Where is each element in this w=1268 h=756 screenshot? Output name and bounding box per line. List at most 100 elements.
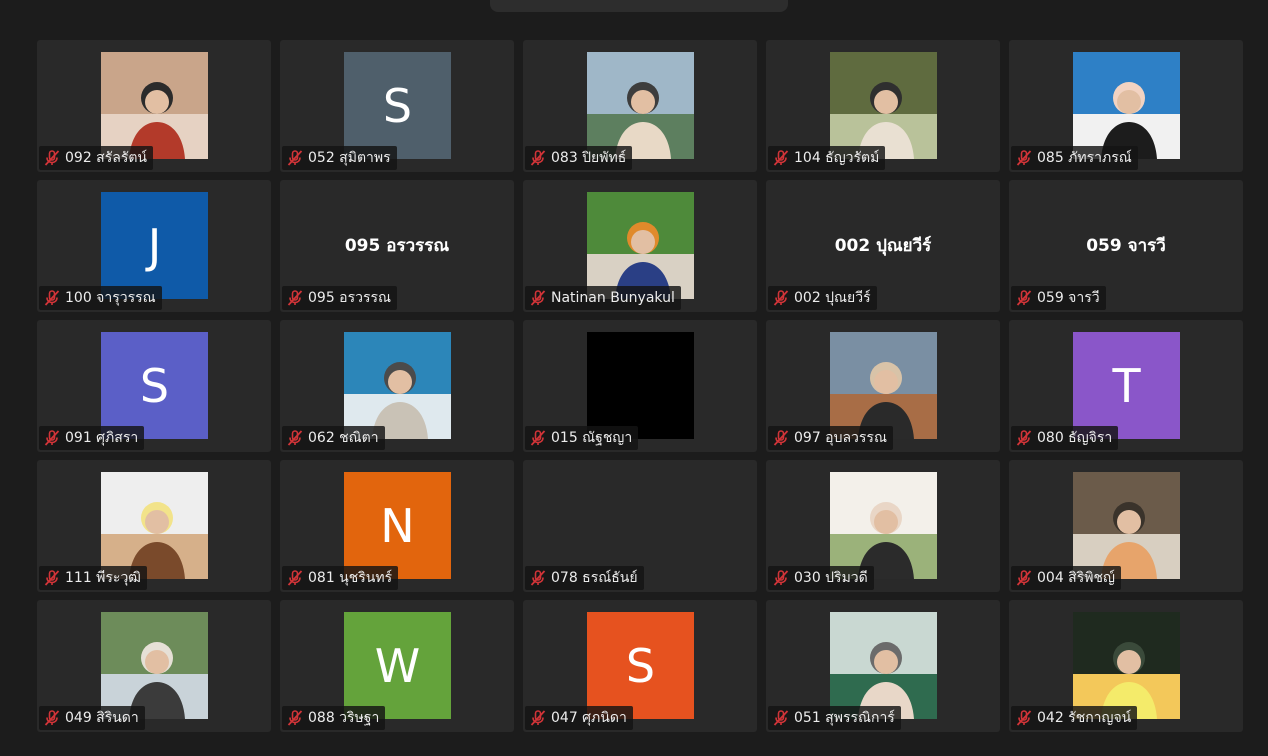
participant-tile[interactable]: S 052 สุมิตาพร: [280, 40, 514, 172]
participant-name: 062 ชณิตา: [308, 430, 379, 446]
participant-photo: [1073, 612, 1180, 719]
participant-name-label: 062 ชณิตา: [282, 426, 385, 450]
participant-name-label: 015 ณัฐชญา: [525, 426, 639, 450]
participant-name-label: 104 ธัญวรัตม์: [768, 146, 886, 170]
avatar-initial: J: [147, 218, 162, 273]
participant-tile[interactable]: 104 ธัญวรัตม์: [766, 40, 1000, 172]
participant-tile[interactable]: S 091 ศุภิสรา: [37, 320, 271, 452]
participant-name: 042 รัชกาญจน์: [1037, 710, 1132, 726]
participant-name: 083 ปิยพัทธ์: [551, 150, 627, 166]
participant-photo: [101, 472, 208, 579]
mic-off-icon: [1016, 430, 1032, 446]
participant-tile[interactable]: N 081 นุชรินทร์: [280, 460, 514, 592]
participant-photo: [101, 52, 208, 159]
participant-avatar: N: [344, 472, 451, 579]
participant-tile[interactable]: 049 สิรินดา: [37, 600, 271, 732]
participant-name: 030 ปริมวดี: [794, 570, 868, 586]
participant-tile[interactable]: 051 สุพรรณิการ์: [766, 600, 1000, 732]
avatar-initial: S: [382, 78, 413, 133]
participant-name-label: 051 สุพรรณิการ์: [768, 706, 901, 730]
participant-tile[interactable]: T 080 ธัญจิรา: [1009, 320, 1243, 452]
mic-off-icon: [287, 290, 303, 306]
participant-name: 004 สิริพิชญ์: [1037, 570, 1115, 586]
avatar-initial: S: [625, 638, 656, 693]
participant-name-label: 091 ศุภิสรา: [39, 426, 145, 450]
participant-name-label: 002 ปุณยวีร์: [768, 286, 877, 310]
mic-off-icon: [773, 150, 789, 166]
participant-avatar: [101, 52, 208, 159]
mic-off-icon: [44, 430, 60, 446]
participant-name-label: 095 อรวรรณ: [282, 286, 397, 310]
mic-off-icon: [287, 710, 303, 726]
participant-tile[interactable]: S 047 ศุภนิดา: [523, 600, 757, 732]
participant-tile[interactable]: 042 รัชกาญจน์: [1009, 600, 1243, 732]
participant-avatar: [830, 472, 937, 579]
participant-tile[interactable]: 078 ธรณ์ธันย์: [523, 460, 757, 592]
participant-tile[interactable]: 059 จารวี 059 จารวี: [1009, 180, 1243, 312]
participant-tile[interactable]: 085 ภัทราภรณ์: [1009, 40, 1243, 172]
participant-avatar: T: [1073, 332, 1180, 439]
participant-name-label: 059 จารวี: [1011, 286, 1106, 310]
participant-avatar: [830, 612, 937, 719]
participant-tile[interactable]: 030 ปริมวดี: [766, 460, 1000, 592]
participant-name: 078 ธรณ์ธันย์: [551, 570, 638, 586]
mic-off-icon: [44, 710, 60, 726]
mic-off-icon: [1016, 710, 1032, 726]
participant-name: 047 ศุภนิดา: [551, 710, 627, 726]
participant-tile[interactable]: 083 ปิยพัทธ์: [523, 40, 757, 172]
participant-tile[interactable]: Natinan Bunyakul: [523, 180, 757, 312]
participant-name: 085 ภัทราภรณ์: [1037, 150, 1132, 166]
participant-tile[interactable]: 097 อุบลวรรณ: [766, 320, 1000, 452]
participant-photo: [830, 472, 937, 579]
participant-name-label: 004 สิริพิชญ์: [1011, 566, 1121, 590]
participant-name-label: 047 ศุภนิดา: [525, 706, 633, 730]
mic-off-icon: [287, 570, 303, 586]
participant-photo: [587, 192, 694, 299]
participant-name: 081 นุชรินทร์: [308, 570, 393, 586]
participant-avatar: S: [587, 612, 694, 719]
meeting-stage: 092 สรัลรัตน์ S 052 สุมิตาพร 083 ปิยพัทธ์ 10…: [0, 0, 1268, 756]
participant-name-label: 080 ธัญจิรา: [1011, 426, 1119, 450]
participant-name-label: 052 สุมิตาพร: [282, 146, 397, 170]
participant-tile[interactable]: 062 ชณิตา: [280, 320, 514, 452]
mic-off-icon: [44, 150, 60, 166]
participant-photo: [101, 612, 208, 719]
participant-name-label: 049 สิรินดา: [39, 706, 145, 730]
participant-name: 049 สิรินดา: [65, 710, 139, 726]
participant-tile[interactable]: 002 ปุณยวีร์ 002 ปุณยวีร์: [766, 180, 1000, 312]
participant-name: 104 ธัญวรัตม์: [794, 150, 880, 166]
participant-tile[interactable]: 111 พีระวุฒิ: [37, 460, 271, 592]
participant-avatar: [830, 52, 937, 159]
participant-name-label: 092 สรัลรัตน์: [39, 146, 153, 170]
participant-tile[interactable]: J 100 จารุวรรณ: [37, 180, 271, 312]
mic-off-icon: [773, 710, 789, 726]
participant-name-label: 097 อุบลวรรณ: [768, 426, 893, 450]
mic-off-icon: [773, 570, 789, 586]
participant-tile[interactable]: 015 ณัฐชญา: [523, 320, 757, 452]
participant-name-label: 030 ปริมวดี: [768, 566, 874, 590]
participant-avatar: [587, 192, 694, 299]
participant-photo: [830, 612, 937, 719]
participant-tile[interactable]: 004 สิริพิชญ์: [1009, 460, 1243, 592]
mic-off-icon: [287, 430, 303, 446]
participant-name-label: 078 ธรณ์ธันย์: [525, 566, 644, 590]
participant-name-label: 081 นุชรินทร์: [282, 566, 399, 590]
participant-name: 059 จารวี: [1037, 290, 1100, 306]
participant-name: 091 ศุภิสรา: [65, 430, 139, 446]
mic-off-icon: [1016, 570, 1032, 586]
participant-avatar: [830, 332, 937, 439]
top-control-bar[interactable]: [490, 0, 788, 12]
participant-name: Natinan Bunyakul: [551, 290, 675, 306]
participant-name-label: Natinan Bunyakul: [525, 286, 681, 310]
participant-name-label: 085 ภัทราภรณ์: [1011, 146, 1138, 170]
participant-tile[interactable]: 095 อรวรรณ 095 อรวรรณ: [280, 180, 514, 312]
participant-name: 092 สรัลรัตน์: [65, 150, 147, 166]
mic-off-icon: [530, 150, 546, 166]
participant-tile[interactable]: W 088 วริษฐา: [280, 600, 514, 732]
mic-off-icon: [44, 570, 60, 586]
participant-name-label: 100 จารุวรรณ: [39, 286, 162, 310]
mic-off-icon: [530, 710, 546, 726]
participant-tile[interactable]: 092 สรัลรัตน์: [37, 40, 271, 172]
participant-name: 015 ณัฐชญา: [551, 430, 633, 446]
participant-photo: [1073, 472, 1180, 579]
